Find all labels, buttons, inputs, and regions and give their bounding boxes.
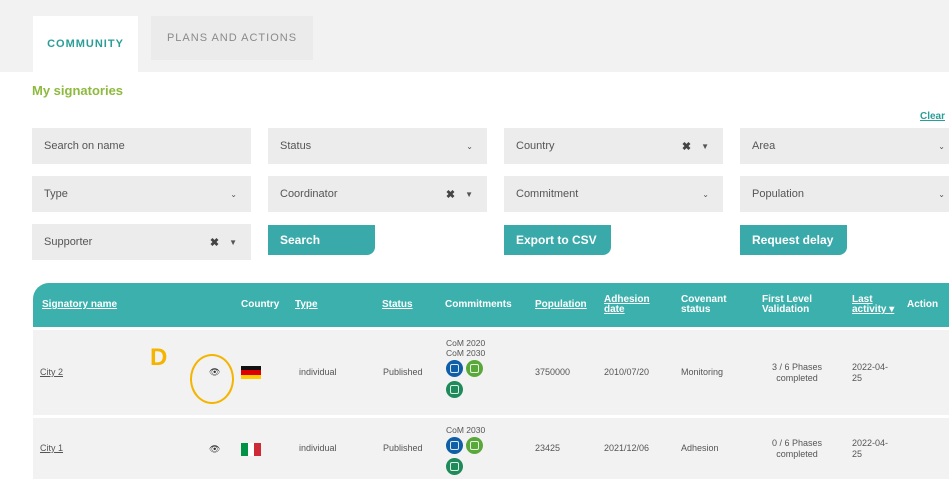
table-row: City 2 👁 individual Published CoM 2020 C…	[33, 330, 949, 415]
population-select[interactable]: Population ⌄	[740, 176, 949, 212]
chevron-down-icon: ⌄	[938, 141, 945, 151]
energy-badge-icon	[446, 458, 463, 475]
section-title: My signatories	[32, 83, 124, 98]
status-select[interactable]: Status ⌄	[268, 128, 487, 164]
annotation-label: D	[150, 344, 168, 371]
population-value: 23425	[535, 443, 561, 453]
commitments-cell: CoM 2030	[446, 425, 485, 478]
type-value: individual	[299, 367, 337, 377]
header-adhesion-date[interactable]: Adhesion date	[604, 283, 650, 327]
header-status[interactable]: Status	[382, 283, 413, 327]
country-select-label: Country	[516, 140, 555, 152]
germany-flag-icon	[241, 366, 261, 379]
mitigation-badge-icon	[446, 437, 463, 454]
first-level-validation-value: 3 / 6 Phases completed	[771, 361, 823, 383]
adaptation-badge-icon	[465, 360, 483, 377]
header-actions: Action	[907, 299, 939, 310]
mitigation-badge-icon	[446, 360, 463, 377]
chevron-down-icon: ⌄	[230, 189, 237, 199]
commitment-select[interactable]: Commitment ⌄	[504, 176, 723, 212]
adhesion-date-value: 2021/12/06	[604, 443, 650, 453]
status-value: Published	[383, 367, 423, 377]
header-population[interactable]: Population	[535, 283, 587, 327]
annotation-circle	[190, 354, 234, 404]
header-commitments: Commitments	[445, 299, 512, 310]
caret-down-icon[interactable]: ▼	[465, 190, 473, 199]
header-first-level-validation: First Level Validation	[762, 294, 813, 315]
country-select[interactable]: Country ✖ ▼	[504, 128, 723, 164]
type-select-label: Type	[44, 188, 68, 200]
tab-community[interactable]: COMMUNITY	[33, 16, 138, 72]
search-button[interactable]: Search	[268, 225, 375, 255]
eye-icon[interactable]: 👁	[209, 444, 220, 455]
commitment-label: CoM 2030	[446, 425, 486, 435]
supporter-select[interactable]: Supporter ✖ ▼	[32, 224, 251, 260]
commitments-cell: CoM 2020 CoM 2030	[446, 338, 485, 401]
chevron-down-icon: ⌄	[466, 141, 473, 151]
top-tab-bar: COMMUNITY PLANS AND ACTIONS	[0, 0, 949, 72]
header-country: Country	[241, 299, 280, 310]
chevron-down-icon: ⌄	[938, 189, 945, 199]
export-csv-button[interactable]: Export to CSV	[504, 225, 611, 255]
commitment-label: CoM 2030	[446, 348, 486, 358]
coordinator-select[interactable]: Coordinator ✖ ▼	[268, 176, 487, 212]
first-level-validation-value: 0 / 6 Phases completed	[771, 437, 823, 459]
chevron-down-icon: ⌄	[702, 189, 709, 199]
request-delay-button[interactable]: Request delay	[740, 225, 847, 255]
table-row: City 1 👁 individual Published CoM 2030 2…	[33, 418, 949, 479]
type-select[interactable]: Type ⌄	[32, 176, 251, 212]
search-name-input[interactable]: Search on name	[32, 128, 251, 164]
type-value: individual	[299, 443, 337, 453]
clear-icon[interactable]: ✖	[210, 236, 219, 249]
header-last-activity[interactable]: Last activity ▾	[852, 283, 894, 327]
header-covenant-status: Covenant status	[681, 294, 727, 315]
header-type[interactable]: Type	[295, 283, 318, 327]
italy-flag-icon	[241, 443, 262, 456]
clear-filters-link[interactable]: Clear	[920, 111, 945, 122]
search-name-placeholder: Search on name	[44, 140, 125, 152]
commitment-label: CoM 2020	[446, 338, 486, 348]
caret-down-icon[interactable]: ▼	[229, 238, 237, 247]
covenant-status-value: Adhesion	[681, 443, 719, 453]
area-select[interactable]: Area ⌄	[740, 128, 949, 164]
caret-down-icon[interactable]: ▼	[701, 142, 709, 151]
population-value: 3750000	[535, 367, 571, 377]
signatory-name-link[interactable]: City 1	[40, 418, 63, 479]
last-activity-value: 2022-04- 25	[852, 361, 889, 383]
coordinator-select-label: Coordinator	[280, 188, 338, 200]
tab-plans-and-actions[interactable]: PLANS AND ACTIONS	[151, 16, 313, 60]
adhesion-date-value: 2010/07/20	[604, 367, 650, 377]
population-select-label: Population	[752, 188, 804, 200]
signatory-name-link[interactable]: City 2	[40, 330, 63, 415]
adaptation-badge-icon	[465, 437, 483, 454]
energy-badge-icon	[446, 381, 463, 398]
header-signatory-name[interactable]: Signatory name	[42, 283, 117, 327]
covenant-status-value: Monitoring	[681, 367, 724, 377]
clear-icon[interactable]: ✖	[446, 188, 455, 201]
table-header: Signatory name Country Type Status Commi…	[33, 283, 949, 327]
area-select-label: Area	[752, 140, 776, 152]
status-value: Published	[383, 443, 423, 453]
commitment-select-label: Commitment	[516, 188, 579, 200]
clear-icon[interactable]: ✖	[682, 140, 691, 153]
status-select-label: Status	[280, 140, 312, 152]
supporter-select-label: Supporter	[44, 236, 93, 248]
last-activity-value: 2022-04- 25	[852, 437, 889, 459]
